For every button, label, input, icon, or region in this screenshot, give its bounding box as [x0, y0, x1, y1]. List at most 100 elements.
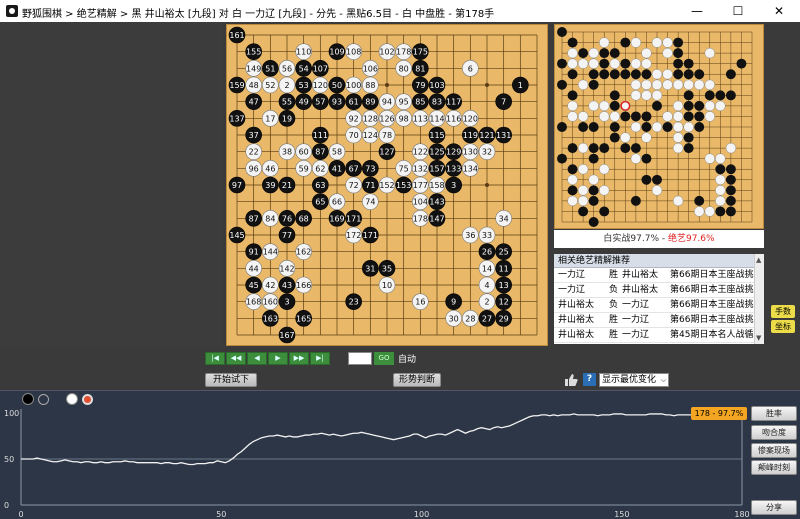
black-stone: 163 [262, 310, 279, 327]
mini-black-stone [641, 69, 652, 80]
mini-black-stone [567, 90, 578, 101]
white-stone: 78 [378, 126, 396, 144]
recommendation-row[interactable]: 一力辽 胜井山裕太 第66期日本王座战挑战 [554, 268, 764, 283]
list-scrollbar[interactable]: ▲ ▼ [754, 254, 764, 344]
move-number: 39 [265, 181, 275, 190]
move-number: 28 [465, 314, 475, 323]
help-icon[interactable]: ? [583, 373, 596, 386]
last-move-button[interactable]: ▶| [310, 352, 330, 365]
move-number-toggle[interactable]: 手数 [771, 305, 795, 318]
match-rate-tab[interactable]: 吻合度 [751, 425, 797, 440]
black-stone: 47 [245, 93, 262, 110]
white-stone: 106 [362, 60, 379, 77]
mini-white-stone [630, 90, 642, 101]
mini-white-stone [588, 47, 599, 59]
black-stone: 157 [428, 160, 446, 177]
mini-white-stone [577, 142, 589, 154]
back-five-button[interactable]: ◀◀ [226, 352, 246, 365]
move-number: 132 [413, 164, 428, 173]
autoplay-button[interactable]: 自动 [398, 352, 416, 365]
maximize-button[interactable]: ☐ [723, 3, 753, 19]
recommendation-row[interactable]: 井山裕太 胜一力辽 第66期日本王座战挑战 [554, 313, 764, 328]
white-stone: 178 [395, 43, 412, 60]
chevron-down-icon: ⌵ [660, 376, 666, 384]
situation-judge-button[interactable]: 形势判断 [393, 373, 441, 387]
mini-black-stone [578, 48, 589, 59]
first-move-button[interactable]: |◀ [205, 352, 225, 365]
mini-black-stone [662, 122, 673, 132]
move-number: 145 [229, 231, 244, 240]
move-number: 152 [379, 181, 394, 190]
move-number: 23 [349, 298, 359, 307]
thumbs-up-icon[interactable] [564, 373, 578, 387]
move-number: 155 [246, 48, 261, 57]
black-stone: 111 [312, 126, 329, 144]
black-stone: 19 [278, 110, 296, 127]
move-number: 3 [284, 298, 289, 307]
white-stone: 33 [478, 226, 496, 244]
white-stone: 158 [428, 176, 446, 194]
move-number: 98 [399, 114, 409, 123]
black-stone: 54 [295, 60, 312, 77]
blunder-tab[interactable]: 惨案现场 [751, 443, 797, 458]
move-number: 35 [382, 264, 392, 273]
share-button[interactable]: 分享 [751, 500, 797, 515]
recommendation-row[interactable]: 一力辽 负井山裕太 第66期日本王座战挑战 [554, 283, 764, 298]
try-move-button[interactable]: 开始试下 [205, 373, 257, 387]
move-number: 125 [429, 148, 444, 157]
winrate-chart: 100 50 00 50 100 150 180 [4, 409, 750, 519]
mini-white-stone [577, 111, 589, 122]
white-stone: 110 [295, 43, 312, 60]
recommendation-row[interactable]: 井山裕太负一力辽第66期日本王座战挑战 [554, 298, 764, 313]
mini-white-stone [651, 79, 663, 90]
black-stone: 159 [228, 76, 246, 94]
move-number: 38 [282, 148, 292, 157]
ai-suggestion-board [554, 24, 764, 229]
minimize-button[interactable]: — [682, 3, 712, 19]
move-number: 85 [415, 98, 425, 107]
move-number-input[interactable] [348, 352, 372, 365]
board-canvas[interactable]: 110 108 102 178149 56 106 80 648 52 2 120 100 8894 95… [227, 25, 547, 345]
forward-five-button[interactable]: ▶▶ [289, 352, 309, 365]
mini-white-stone [715, 174, 726, 185]
forward-button[interactable]: ▶ [268, 352, 288, 365]
recommendation-row[interactable]: 井山裕太 胜一力辽 第45期日本名人战循环 [554, 328, 764, 343]
move-number: 48 [249, 81, 259, 90]
move-number: 163 [263, 314, 278, 323]
white-stone: 132 [412, 160, 429, 177]
recommendation-cell-p1: 一力辽 [558, 285, 586, 295]
mini-white-stone [651, 121, 663, 133]
move-number: 63 [315, 181, 325, 190]
scroll-down-icon[interactable]: ▼ [756, 334, 761, 342]
move-number: 33 [482, 231, 492, 240]
move-number: 72 [349, 181, 359, 190]
go-board[interactable]: 110 108 102 178 149 56 106 80 6 48 52 2 120 100 88 94 95… [226, 24, 548, 346]
back-button[interactable]: ◀ [247, 352, 267, 365]
mini-white-stone [599, 185, 610, 196]
recommendation-row[interactable]: 井山裕太负一力辽第66期日本王座战挑战 [554, 343, 764, 344]
move-number: 102 [379, 48, 394, 57]
move-number: 127 [379, 148, 394, 157]
winrate-tab[interactable]: 胜率 [751, 406, 797, 421]
coordinate-toggle[interactable]: 坐标 [771, 320, 795, 333]
white-stone: 14 [478, 260, 496, 277]
peak-moment-tab[interactable]: 颠峰时刻 [751, 460, 797, 475]
go-button[interactable]: GO [374, 352, 394, 365]
mini-white-stone [577, 164, 589, 175]
best-variation-select[interactable]: 显示最优变化 ⌵ [599, 373, 669, 387]
white-stone: 56 [278, 60, 296, 77]
white-stone: 28 [462, 310, 479, 327]
mini-black-stone [609, 90, 620, 101]
mini-black-stone [641, 153, 652, 164]
mini-black-stone [694, 122, 705, 132]
best-variation-label: 显示最优变化 [602, 375, 657, 385]
mini-black-stone [609, 48, 620, 59]
black-stone: 81 [412, 60, 429, 77]
move-number: 50 [332, 81, 342, 90]
mini-white-stone [577, 195, 589, 207]
close-button[interactable]: ✕ [764, 3, 794, 19]
mini-black-stone [557, 122, 567, 132]
move-number: 56 [282, 64, 292, 73]
scroll-up-icon[interactable]: ▲ [756, 256, 761, 264]
mini-white-stone [704, 111, 715, 122]
